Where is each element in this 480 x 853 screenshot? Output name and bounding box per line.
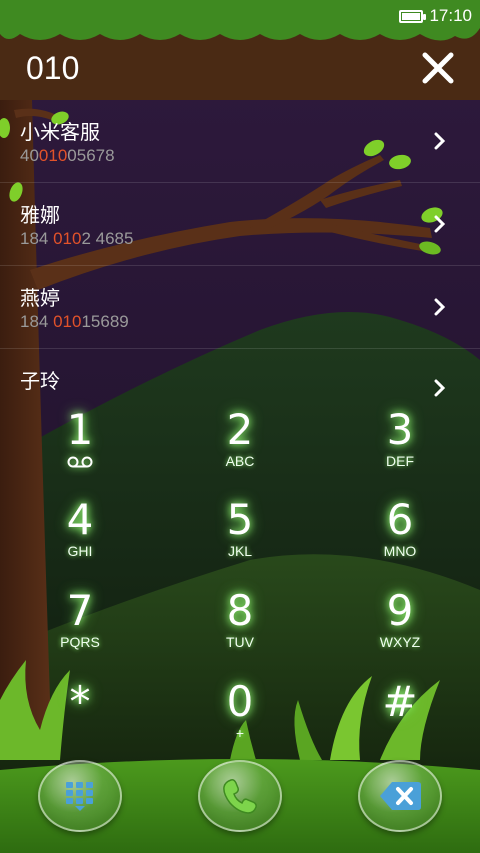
key-letters: JKL	[227, 543, 253, 559]
key-digit: 9	[386, 586, 414, 635]
key-letters: TUV	[226, 634, 254, 650]
key-6[interactable]: 6 MNO	[320, 496, 480, 586]
chevron-right-icon	[434, 379, 446, 397]
key-digit: 6	[386, 495, 414, 544]
key-digit: 5	[226, 495, 254, 544]
contact-phone: 4001005678	[20, 146, 115, 166]
phone-match: 010	[38, 146, 68, 165]
chevron-right-icon	[434, 215, 446, 233]
key-letters: WXYZ	[379, 634, 421, 650]
key-digit: 0	[226, 677, 254, 726]
status-bar: 17:10	[0, 0, 480, 36]
clear-button[interactable]	[420, 50, 456, 86]
battery-fill	[402, 12, 421, 20]
battery-icon	[399, 9, 427, 23]
dial-keypad: 1 2 ABC 3 DEF 4 GHI 5 JKL 6 MNO 7 PQRS 8…	[0, 400, 480, 760]
key-letters: PQRS	[60, 634, 100, 650]
contact-item[interactable]: 燕婷 184 01015689	[0, 266, 480, 349]
key-digit: 7	[66, 586, 94, 635]
key-letters: GHI	[67, 543, 93, 559]
key-letters: ABC	[225, 453, 255, 469]
phone-suffix: 15689	[81, 312, 129, 331]
key-4[interactable]: 4 GHI	[0, 496, 160, 586]
key-digit: *	[69, 677, 91, 726]
key-0[interactable]: 0 +	[160, 678, 320, 768]
contact-suggestions: 小米客服 4001005678 雅娜 184 0102 4685 燕婷 184 …	[0, 100, 480, 409]
contact-item[interactable]: 雅娜 184 0102 4685	[0, 183, 480, 266]
key-star[interactable]: *	[0, 678, 160, 768]
key-2[interactable]: 2 ABC	[160, 406, 320, 496]
key-3[interactable]: 3 DEF	[320, 406, 480, 496]
phone-prefix: 184	[20, 229, 54, 248]
contact-phone: 184 01015689	[20, 312, 129, 332]
key-7[interactable]: 7 PQRS	[0, 587, 160, 677]
key-digit: 4	[66, 495, 94, 544]
key-letters: +	[235, 725, 245, 741]
key-letters: DEF	[386, 453, 414, 469]
contact-name: 小米客服	[20, 120, 100, 144]
chevron-right-icon	[434, 298, 446, 316]
contact-name: 燕婷	[20, 286, 60, 310]
status-time: 17:10	[429, 6, 472, 25]
keypad-grid-icon	[66, 782, 93, 811]
close-icon	[422, 52, 454, 84]
phone-suffix: 05678	[67, 146, 115, 165]
status-right: 17:10	[399, 6, 472, 26]
backspace-button[interactable]	[358, 760, 442, 832]
keypad-toggle-button[interactable]	[38, 760, 122, 832]
phone-prefix: 40	[20, 146, 39, 165]
contact-name: 子玲	[20, 369, 60, 393]
dialed-number: 010	[26, 50, 80, 86]
key-hash[interactable]: #	[320, 678, 480, 768]
chevron-right-icon	[434, 132, 446, 150]
backspace-icon	[380, 782, 421, 810]
contact-item[interactable]: 小米客服 4001005678	[0, 100, 480, 183]
voicemail-icon	[67, 456, 93, 468]
contact-name: 雅娜	[20, 203, 60, 227]
phone-match: 010	[53, 312, 82, 331]
key-digit: #	[382, 677, 418, 726]
phone-suffix: 2 4685	[81, 229, 134, 248]
key-9[interactable]: 9 WXYZ	[320, 587, 480, 677]
call-button[interactable]	[198, 760, 282, 832]
key-8[interactable]: 8 TUV	[160, 587, 320, 677]
key-digit: 1	[66, 405, 94, 454]
key-letters: MNO	[383, 543, 417, 559]
key-digit: 8	[226, 586, 254, 635]
key-5[interactable]: 5 JKL	[160, 496, 320, 586]
phone-icon	[223, 779, 257, 814]
key-digit: 2	[226, 405, 254, 454]
phone-prefix: 184	[20, 312, 54, 331]
dialer-header: 010	[0, 40, 480, 100]
phone-match: 010	[53, 229, 82, 248]
key-1[interactable]: 1	[0, 406, 160, 496]
key-digit: 3	[386, 405, 414, 454]
contact-phone: 184 0102 4685	[20, 229, 133, 249]
